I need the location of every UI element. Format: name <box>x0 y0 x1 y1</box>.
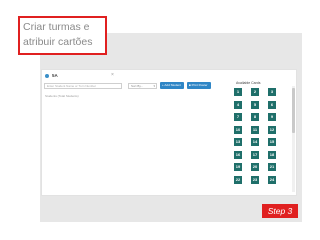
print-roster-button[interactable]: ■ Print Roster <box>187 82 211 89</box>
card-item[interactable]: 11 <box>251 125 259 134</box>
card-item[interactable]: 5 <box>251 100 259 109</box>
card-item[interactable]: 7 <box>234 113 242 121</box>
slide-title-line-2: atribuir cartões <box>23 36 93 48</box>
card-item[interactable]: 3 <box>268 88 276 96</box>
card-item[interactable]: 4 <box>234 100 242 109</box>
students-heading: Students (Total Students) <box>45 94 79 98</box>
card-item[interactable]: 16 <box>234 150 242 159</box>
card-item[interactable]: 19 <box>234 163 242 171</box>
card-item[interactable]: 12 <box>268 125 276 134</box>
card-item[interactable]: 1 <box>234 88 242 96</box>
close-icon[interactable]: × <box>111 72 114 78</box>
slide-title: Criar turmas e atribuir cartões <box>18 16 107 55</box>
card-item[interactable]: 15 <box>268 138 276 146</box>
card-item[interactable]: 20 <box>251 163 259 171</box>
available-cards-grid: 1 2 3 4 5 6 7 8 9 10 11 12 13 14 15 16 17 18 19 20 21 22 23 24 <box>234 88 290 184</box>
card-item[interactable]: 18 <box>268 150 276 159</box>
card-item[interactable]: 23 <box>251 175 259 184</box>
card-item[interactable]: 2 <box>251 88 259 96</box>
card-item[interactable]: 6 <box>268 100 276 109</box>
card-item[interactable]: 21 <box>268 163 276 171</box>
chevron-down-icon: ▾ <box>153 84 155 88</box>
card-item[interactable]: 24 <box>268 175 276 184</box>
cards-scrollbar-thumb[interactable] <box>292 88 295 133</box>
sort-select-label: Sort By... <box>131 84 144 88</box>
card-item[interactable]: 13 <box>234 138 242 146</box>
card-item[interactable]: 22 <box>234 175 242 184</box>
class-status-dot-icon <box>45 74 49 78</box>
card-item[interactable]: 10 <box>234 125 242 134</box>
sort-select[interactable]: Sort By... ▾ <box>128 83 157 89</box>
card-item[interactable]: 14 <box>251 138 259 146</box>
class-header[interactable]: 5A <box>45 73 58 79</box>
slide-title-line-1: Criar turmas e <box>23 21 90 33</box>
card-item[interactable]: 9 <box>268 113 276 121</box>
available-cards-heading: Available Cards <box>236 81 261 85</box>
add-student-button[interactable]: + Add Student <box>160 82 184 89</box>
card-item[interactable]: 17 <box>251 150 259 159</box>
step-badge: Step 3 <box>262 204 298 218</box>
student-search-input[interactable]: Enter Student Name or Turn Number <box>44 83 122 89</box>
class-name: 5A <box>52 73 58 78</box>
card-item[interactable]: 8 <box>251 113 259 121</box>
